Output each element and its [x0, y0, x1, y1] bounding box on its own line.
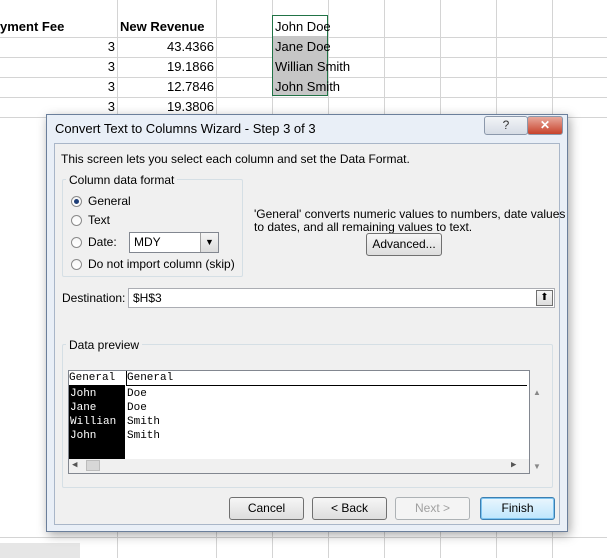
preview-header-col2[interactable]: General — [126, 371, 527, 386]
name-cell[interactable]: Willian Smith — [275, 57, 350, 77]
radio-date[interactable] — [71, 237, 82, 248]
name-cell[interactable]: Jane Doe — [275, 37, 331, 57]
radio-skip[interactable] — [71, 259, 82, 270]
preview-cell: Smith — [127, 430, 161, 442]
destination-value: $H$3 — [133, 291, 162, 305]
advanced-button[interactable]: Advanced... — [366, 233, 442, 256]
dialog-title: Convert Text to Columns Wizard - Step 3 … — [55, 121, 316, 136]
data-preview-title: Data preview — [66, 338, 143, 352]
dialog-titlebar[interactable]: Convert Text to Columns Wizard - Step 3 … — [47, 115, 567, 143]
horizontal-scrollbar[interactable]: ◀ ▶ — [69, 459, 529, 473]
preview-cell: John — [70, 429, 97, 443]
scroll-left-icon[interactable]: ◀ — [72, 460, 77, 470]
preview-cell: Willian — [70, 415, 117, 429]
back-button[interactable]: < Back — [312, 497, 387, 520]
radio-general-label[interactable]: General — [88, 194, 131, 208]
fee-cell[interactable]: 3 — [60, 37, 115, 57]
close-button[interactable]: ✕ — [527, 116, 563, 135]
convert-text-to-columns-dialog: Convert Text to Columns Wizard - Step 3 … — [46, 114, 568, 532]
sheet-tab-strip — [0, 543, 80, 558]
scroll-down-icon[interactable]: ▼ — [533, 462, 541, 471]
date-format-value: MDY — [134, 235, 161, 249]
format-description-line2: to dates, and all remaining values to te… — [254, 220, 473, 234]
finish-button[interactable]: Finish — [480, 497, 555, 520]
scroll-thumb[interactable] — [86, 460, 100, 471]
destination-label: Destination: — [62, 291, 126, 305]
preview-cell: Jane — [70, 401, 97, 415]
format-description-line1: 'General' converts numeric values to num… — [254, 207, 566, 221]
radio-skip-label[interactable]: Do not import column (skip) — [88, 257, 235, 271]
radio-text-label[interactable]: Text — [88, 213, 110, 227]
preview-cell: John — [70, 387, 97, 401]
cancel-button[interactable]: Cancel — [229, 497, 304, 520]
chevron-down-icon[interactable]: ▼ — [200, 233, 218, 252]
grid-line — [0, 537, 607, 538]
fee-cell[interactable]: 3 — [60, 57, 115, 77]
intro-text: This screen lets you select each column … — [61, 152, 410, 166]
data-preview-grid[interactable]: General General John Jane Willian John D… — [68, 370, 530, 474]
fee-cell[interactable]: 3 — [60, 77, 115, 97]
date-format-select[interactable]: MDY ▼ — [129, 232, 219, 253]
name-cell[interactable]: John Smith — [275, 77, 340, 97]
collapse-dialog-icon[interactable]: ⬆ — [536, 290, 553, 306]
radio-text[interactable] — [71, 215, 82, 226]
destination-field[interactable]: $H$3 ⬆ — [128, 288, 555, 308]
preview-header-col1[interactable]: General — [69, 371, 125, 386]
revenue-cell[interactable]: 19.1866 — [120, 57, 214, 77]
next-button[interactable]: Next > — [395, 497, 470, 520]
revenue-cell[interactable]: 12.7846 — [120, 77, 214, 97]
radio-general[interactable] — [71, 196, 82, 207]
header-payment-fee[interactable]: yment Fee — [0, 17, 64, 37]
radio-date-label[interactable]: Date: — [88, 235, 117, 249]
dialog-body: This screen lets you select each column … — [54, 143, 565, 525]
preview-cell: Doe — [127, 388, 147, 400]
name-cell[interactable]: John Doe — [275, 17, 331, 37]
help-button[interactable]: ? — [484, 116, 528, 135]
revenue-cell[interactable]: 43.4366 — [120, 37, 214, 57]
scroll-up-icon[interactable]: ▲ — [533, 388, 541, 397]
vertical-scrollbar[interactable]: ▲ ▼ — [530, 386, 545, 474]
group-title: Column data format — [66, 173, 178, 187]
preview-cell: Smith — [127, 416, 161, 428]
preview-cell: Doe — [127, 402, 147, 414]
scroll-right-icon[interactable]: ▶ — [511, 460, 516, 470]
header-new-revenue[interactable]: New Revenue — [120, 17, 205, 37]
